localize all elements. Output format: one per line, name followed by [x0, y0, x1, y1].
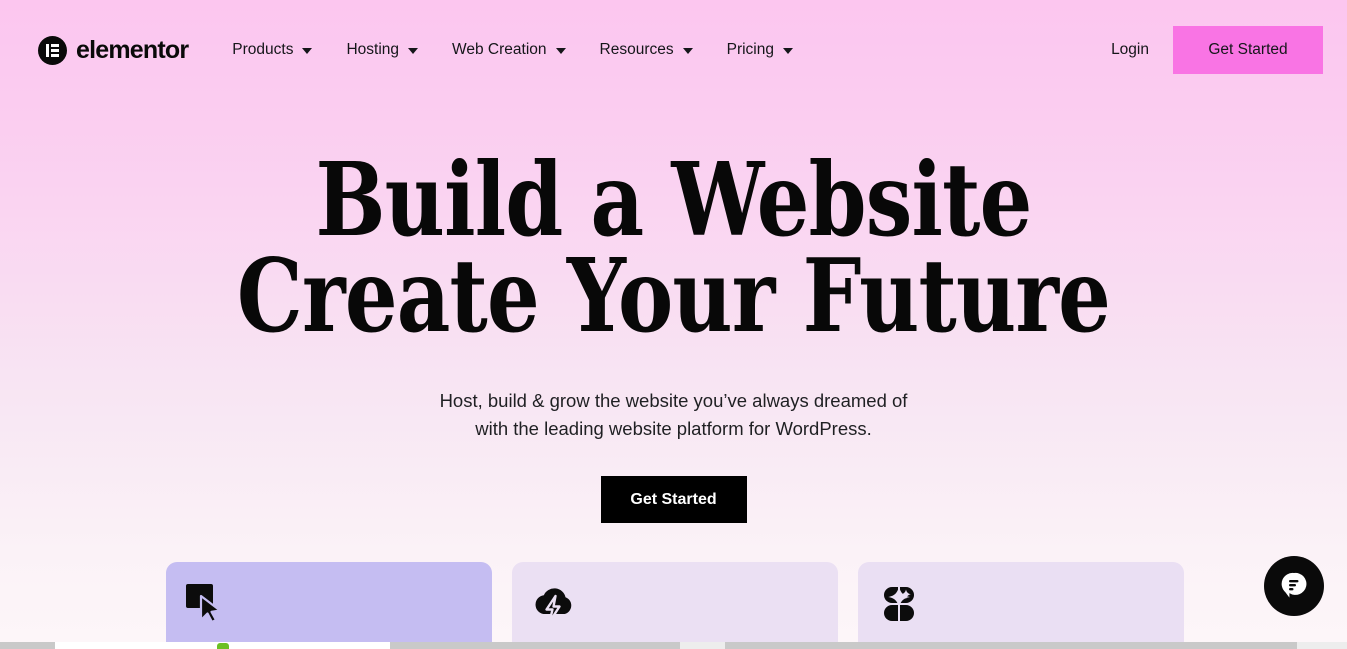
taskbar-segment	[1297, 642, 1347, 649]
feature-cards	[166, 562, 1184, 642]
hero-section: Build a Website Create Your Future Host,…	[0, 100, 1347, 523]
header-get-started-button[interactable]: Get Started	[1173, 26, 1323, 74]
ai-sparkle-icon	[878, 586, 922, 628]
nav-item-resources[interactable]: Resources	[600, 41, 693, 59]
site-header: elementor Products Hosting Web Creation …	[0, 0, 1347, 100]
nav-item-hosting[interactable]: Hosting	[346, 41, 419, 59]
chat-widget-button[interactable]	[1264, 556, 1324, 616]
taskbar-segment	[725, 642, 1297, 649]
chevron-down-icon	[783, 48, 793, 54]
os-taskbar-strip	[0, 642, 1347, 649]
nav-item-web-creation[interactable]: Web Creation	[452, 41, 566, 59]
chevron-down-icon	[682, 48, 693, 54]
taskbar-segment	[680, 642, 725, 649]
chevron-down-icon	[302, 48, 313, 54]
hero-subtitle-line-1: Host, build & grow the website you’ve al…	[439, 390, 908, 411]
feature-card-ai[interactable]	[858, 562, 1184, 642]
nav-label: Resources	[599, 41, 674, 58]
cloud-lightning-icon	[532, 588, 576, 628]
taskbar-app-icon	[216, 643, 229, 649]
website-builder-cursor-icon	[186, 584, 230, 632]
chevron-down-icon	[555, 48, 566, 54]
elementor-homepage: elementor Products Hosting Web Creation …	[0, 0, 1347, 642]
nav-item-pricing[interactable]: Pricing	[727, 41, 793, 59]
hero-title-line-1: Build a Website	[315, 140, 1033, 259]
taskbar-segment	[0, 642, 55, 649]
taskbar-active-window[interactable]	[55, 642, 390, 649]
nav-label: Products	[232, 41, 294, 58]
feature-card-hosting[interactable]	[512, 562, 838, 642]
nav-item-products[interactable]: Products	[232, 41, 313, 59]
chevron-down-icon	[408, 48, 419, 54]
nav-label: Pricing	[726, 41, 774, 58]
brand-logo[interactable]: elementor	[38, 35, 189, 65]
login-link[interactable]: Login	[1111, 41, 1149, 59]
brand-name: elementor	[76, 35, 189, 64]
taskbar-segment	[390, 642, 680, 649]
hero-subtitle: Host, build & grow the website you’ve al…	[0, 387, 1347, 443]
hero-title: Build a Website Create Your Future	[121, 100, 1226, 355]
hero-get-started-button[interactable]: Get Started	[600, 476, 747, 523]
main-navigation: Products Hosting Web Creation Resources …	[232, 41, 793, 59]
nav-label: Hosting	[346, 41, 400, 58]
header-actions: Login Get Started	[1111, 26, 1323, 74]
nav-label: Web Creation	[452, 41, 547, 58]
elementor-logo-icon	[38, 35, 67, 65]
hero-subtitle-line-2: with the leading website platform for Wo…	[475, 418, 872, 439]
chat-bubble-icon	[1278, 568, 1310, 605]
hero-title-line-2: Create Your Future	[236, 236, 1111, 355]
feature-card-website-builder[interactable]	[166, 562, 492, 642]
